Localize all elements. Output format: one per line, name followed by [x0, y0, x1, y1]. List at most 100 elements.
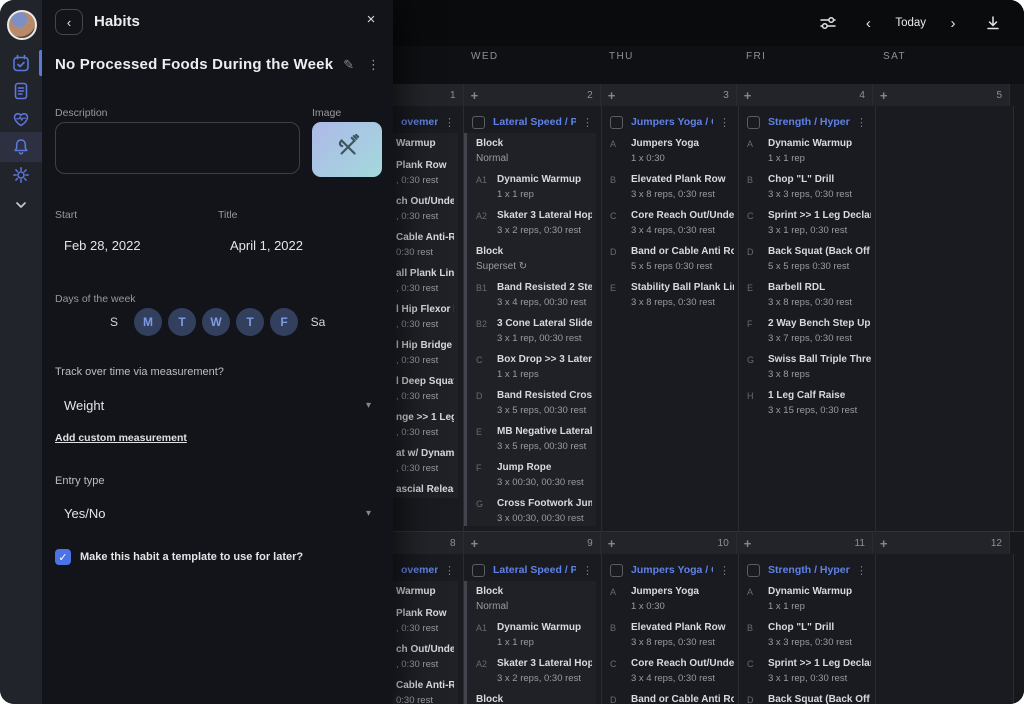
- exercise-item[interactable]: Plank Row, 0:30 rest: [396, 159, 454, 188]
- day-toggle-f[interactable]: F: [270, 308, 298, 336]
- day-toggle-t[interactable]: T: [168, 308, 196, 336]
- add-workout-button[interactable]: +: [880, 536, 888, 551]
- workout-title[interactable]: Lateral Speed / Plyo: [493, 564, 576, 576]
- workout-menu-kebab-icon[interactable]: ⋮: [444, 116, 455, 129]
- sidebar-item-expand[interactable]: [0, 190, 42, 220]
- workout-title[interactable]: Jumpers Yoga / Core: [631, 564, 713, 576]
- workout-title[interactable]: Strength / Hypertro...: [768, 564, 850, 576]
- exercise-item[interactable]: DBack Squat (Back Off Set)5 x 5 reps 0:3…: [747, 693, 871, 704]
- exercise-item[interactable]: EMB Negative Lateral Hop...3 x 5 reps, 0…: [476, 425, 592, 454]
- habit-menu-kebab-icon[interactable]: ⋮: [367, 57, 380, 73]
- day-toggle-sa[interactable]: Sa: [304, 308, 332, 336]
- chevron-left-icon[interactable]: ‹: [851, 15, 885, 32]
- entry-type-select[interactable]: Yes/No: [64, 506, 105, 521]
- download-icon[interactable]: [976, 15, 1010, 31]
- edit-pencil-icon[interactable]: ✎: [343, 57, 354, 73]
- day-toggle-w[interactable]: W: [202, 308, 230, 336]
- today-button[interactable]: Today: [895, 17, 926, 29]
- close-icon[interactable]: ×: [362, 10, 380, 28]
- day-toggle-s[interactable]: S: [100, 308, 128, 336]
- exercise-item[interactable]: Plank Row, 0:30 rest: [396, 607, 454, 636]
- add-workout-button[interactable]: +: [880, 88, 888, 103]
- add-workout-button[interactable]: +: [608, 536, 616, 551]
- exercise-item[interactable]: GCross Footwork Jump Rope3 x 00:30, 00:3…: [476, 497, 592, 526]
- exercise-item[interactable]: ADynamic Warmup1 x 1 rep: [747, 137, 871, 166]
- exercise-item[interactable]: EBarbell RDL3 x 8 reps, 0:30 rest: [747, 281, 871, 310]
- exercise-item[interactable]: l Deep Squat Mo..., 0:30 rest: [396, 375, 454, 404]
- workout-menu-kebab-icon[interactable]: ⋮: [719, 116, 730, 129]
- workout-checkbox[interactable]: [472, 564, 485, 577]
- exercise-item[interactable]: CCore Reach Out/Under3 x 4 reps, 0:30 re…: [610, 657, 734, 686]
- add-workout-button[interactable]: +: [608, 88, 616, 103]
- sidebar-item-health[interactable]: [0, 104, 42, 134]
- sidebar-item-calendar[interactable]: [0, 48, 42, 78]
- exercise-item[interactable]: Cable Anti-Rotati...0:30 rest: [396, 679, 454, 704]
- workout-menu-kebab-icon[interactable]: ⋮: [856, 116, 867, 129]
- exercise-item[interactable]: CBox Drop >> 3 Lateral H...1 x 1 reps: [476, 353, 592, 382]
- workout-title[interactable]: ovement Q...: [401, 564, 438, 576]
- exercise-item[interactable]: l Hip Bridge w/ ..., 0:30 rest: [396, 339, 454, 368]
- sidebar-item-notifications[interactable]: [0, 132, 42, 162]
- workout-menu-kebab-icon[interactable]: ⋮: [582, 564, 593, 577]
- workout-menu-kebab-icon[interactable]: ⋮: [719, 564, 730, 577]
- exercise-item[interactable]: DBack Squat (Back Off Set)5 x 5 reps 0:3…: [747, 245, 871, 274]
- avatar[interactable]: [7, 10, 37, 40]
- exercise-item[interactable]: A2Skater 3 Lateral Hops >> ...3 x 2 reps…: [476, 657, 592, 686]
- exercise-item[interactable]: ascial Release C...: [396, 483, 454, 498]
- workout-checkbox[interactable]: [472, 116, 485, 129]
- exercise-item[interactable]: H1 Leg Calf Raise3 x 15 reps, 0:30 rest: [747, 389, 871, 418]
- add-workout-button[interactable]: +: [471, 536, 479, 551]
- exercise-item[interactable]: BElevated Plank Row3 x 8 reps, 0:30 rest: [610, 173, 734, 202]
- add-custom-measurement-link[interactable]: Add custom measurement: [55, 432, 187, 444]
- exercise-item[interactable]: DBand Resisted Crossover...3 x 5 reps, 0…: [476, 389, 592, 418]
- exercise-item[interactable]: BChop "L" Drill3 x 3 reps, 0:30 rest: [747, 173, 871, 202]
- exercise-item[interactable]: ch Out/Under, 0:30 rest: [396, 195, 454, 224]
- workout-checkbox[interactable]: [610, 116, 623, 129]
- back-button[interactable]: ‹: [55, 9, 83, 35]
- workout-menu-kebab-icon[interactable]: ⋮: [582, 116, 593, 129]
- exercise-item[interactable]: A1Dynamic Warmup1 x 1 rep: [476, 621, 592, 650]
- filter-sliders-icon[interactable]: [811, 15, 845, 31]
- template-checkbox[interactable]: ✓: [55, 549, 71, 565]
- exercise-item[interactable]: A1Dynamic Warmup1 x 1 rep: [476, 173, 592, 202]
- exercise-item[interactable]: EStability Ball Plank Linear ...3 x 8 re…: [610, 281, 734, 310]
- chevron-right-icon[interactable]: ›: [936, 15, 970, 32]
- start-date-value[interactable]: Feb 28, 2022: [64, 238, 141, 253]
- exercise-item[interactable]: F2 Way Bench Step Up3 x 7 reps, 0:30 res…: [747, 317, 871, 346]
- exercise-item[interactable]: FJump Rope3 x 00:30, 00:30 rest: [476, 461, 592, 490]
- day-toggle-t[interactable]: T: [236, 308, 264, 336]
- workout-menu-kebab-icon[interactable]: ⋮: [856, 564, 867, 577]
- workout-menu-kebab-icon[interactable]: ⋮: [444, 564, 455, 577]
- exercise-item[interactable]: A2Skater 3 Lateral Hops >> ...3 x 2 reps…: [476, 209, 592, 238]
- exercise-item[interactable]: BElevated Plank Row3 x 8 reps, 0:30 rest: [610, 621, 734, 650]
- exercise-item[interactable]: Warmup: [396, 585, 454, 600]
- exercise-item[interactable]: AJumpers Yoga1 x 0:30: [610, 585, 734, 614]
- habit-image-tile[interactable]: [312, 122, 382, 177]
- exercise-item[interactable]: l Hip Flexor Rais..., 0:30 rest: [396, 303, 454, 332]
- add-workout-button[interactable]: +: [471, 88, 479, 103]
- exercise-item[interactable]: nge >> 1 Leg St..., 0:30 rest: [396, 411, 454, 440]
- exercise-item[interactable]: B23 Cone Lateral Slide3 x 1 rep, 00:30 r…: [476, 317, 592, 346]
- add-workout-button[interactable]: +: [744, 536, 752, 551]
- exercise-item[interactable]: CSprint >> 1 Leg Declarations3 x 1 rep, …: [747, 657, 871, 686]
- exercise-item[interactable]: ch Out/Under, 0:30 rest: [396, 643, 454, 672]
- sidebar-item-settings[interactable]: [0, 160, 42, 190]
- exercise-item[interactable]: DBand or Cable Anti Rotati...5 x 5 reps …: [610, 245, 734, 274]
- workout-checkbox[interactable]: [747, 564, 760, 577]
- exercise-item[interactable]: AJumpers Yoga1 x 0:30: [610, 137, 734, 166]
- exercise-item[interactable]: ADynamic Warmup1 x 1 rep: [747, 585, 871, 614]
- workout-title[interactable]: Jumpers Yoga / Core: [631, 116, 713, 128]
- exercise-item[interactable]: Cable Anti-Rotati...0:30 rest: [396, 231, 454, 260]
- workout-title[interactable]: Lateral Speed / Plyo: [493, 116, 576, 128]
- add-workout-button[interactable]: +: [744, 88, 752, 103]
- exercise-item[interactable]: GSwiss Ball Triple Threat3 x 8 reps: [747, 353, 871, 382]
- exercise-item[interactable]: CCore Reach Out/Under3 x 4 reps, 0:30 re…: [610, 209, 734, 238]
- end-date-value[interactable]: April 1, 2022: [230, 238, 303, 253]
- workout-title[interactable]: Strength / Hypertro...: [768, 116, 850, 128]
- workout-checkbox[interactable]: [610, 564, 623, 577]
- exercise-item[interactable]: Warmup: [396, 137, 454, 152]
- exercise-item[interactable]: B1Band Resisted 2 Step Late...3 x 4 reps…: [476, 281, 592, 310]
- exercise-item[interactable]: BChop "L" Drill3 x 3 reps, 0:30 rest: [747, 621, 871, 650]
- exercise-item[interactable]: CSprint >> 1 Leg Declarations3 x 1 rep, …: [747, 209, 871, 238]
- workout-checkbox[interactable]: [747, 116, 760, 129]
